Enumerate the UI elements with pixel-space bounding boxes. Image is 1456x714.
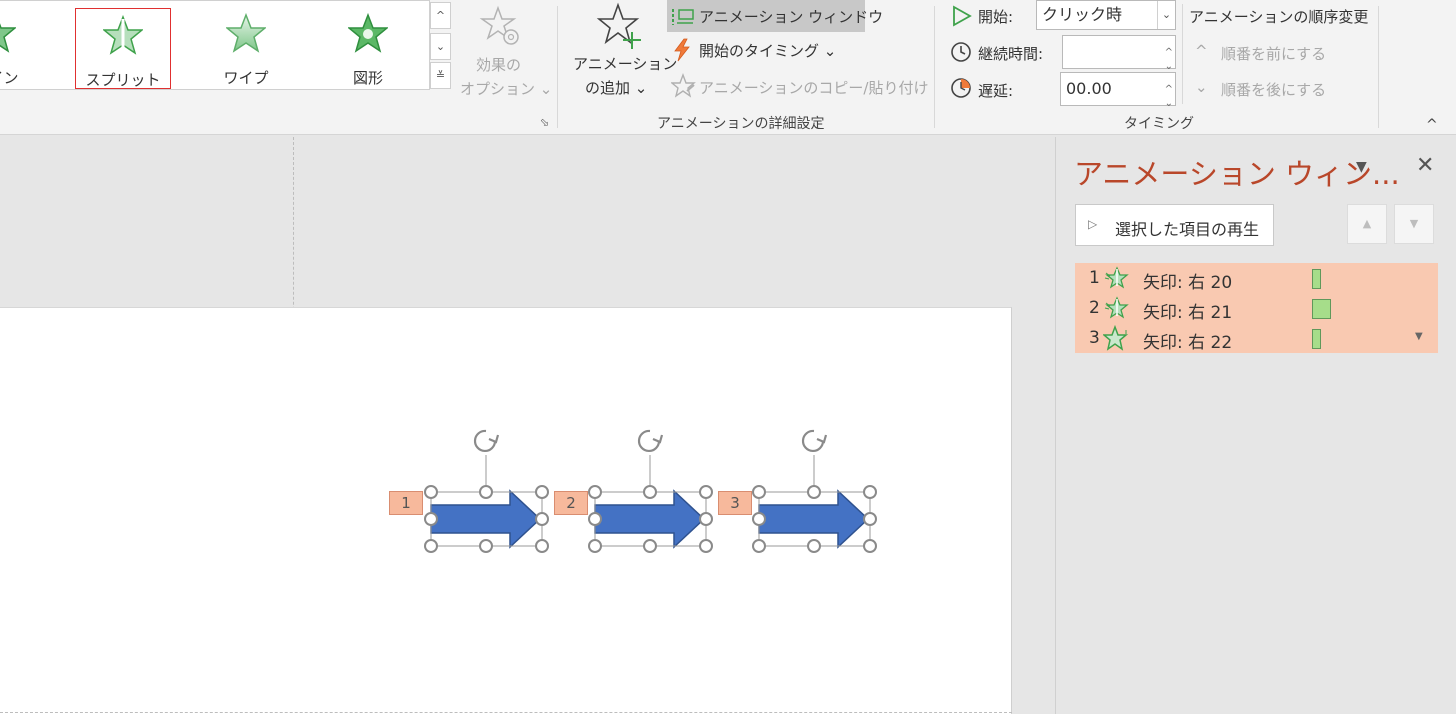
effect-options-gear-star-icon — [479, 5, 519, 45]
add-animation-label-2: の追加 ⌄ — [585, 79, 648, 97]
split-effect-star-icon — [1104, 296, 1129, 319]
timing-group-label: タイミング — [1124, 116, 1194, 132]
animation-pane-button[interactable]: アニメーション ウィンドウ — [667, 0, 883, 32]
animation-gallery: トイン スプリット ワイプ — [0, 0, 430, 90]
arrow-shape-2[interactable] — [588, 429, 713, 553]
selected-arrows — [424, 429, 877, 553]
gallery-item-label: スプリット — [85, 71, 161, 89]
animation-list-item[interactable]: 1 矢印: 右 20 — [1075, 263, 1438, 293]
trigger-button[interactable]: 開始のタイミング ⌄ — [667, 34, 837, 64]
star-effect-icon — [0, 23, 16, 53]
chevron-down-icon[interactable]: ⌄ — [1157, 1, 1175, 29]
timeline-bar — [1312, 299, 1331, 319]
animation-pane-label: アニメーション ウィンドウ — [699, 8, 884, 26]
start-label: 開始: — [978, 8, 1014, 26]
painter-label: アニメーションのコピー/貼り付け — [699, 79, 929, 97]
move-earlier-button[interactable]: ^ 順番を前にする — [1195, 42, 1345, 66]
wipe-effect-star-icon — [1103, 325, 1129, 351]
move-down-button[interactable]: ▼ — [1394, 204, 1434, 244]
add-animation-label-1: アニメーション — [573, 55, 678, 73]
gallery-item-fly-in[interactable]: トイン — [0, 7, 44, 89]
effect-options-label-2: オプション ⌄ — [460, 80, 553, 98]
chevron-up-icon: ^ — [1195, 42, 1208, 60]
gallery-item-wipe[interactable]: ワイプ — [198, 7, 294, 89]
pane-title: アニメーション ウィン... — [1074, 157, 1400, 191]
add-animation-button[interactable]: アニメーション の追加 ⌄ — [568, 2, 677, 102]
arrow-shape-1[interactable] — [424, 429, 549, 553]
start-select-value: クリック時 — [1042, 5, 1123, 24]
animation-order-tag[interactable]: 1 — [389, 491, 423, 515]
rotate-handle-icon[interactable] — [637, 429, 664, 453]
dialog-launcher-icon[interactable]: ⬂ — [540, 116, 549, 129]
pane-menu-dropdown-icon[interactable]: ▼ — [1356, 159, 1367, 175]
move-earlier-label: 順番を前にする — [1221, 45, 1327, 63]
delay-field-value: 00.00 — [1066, 79, 1112, 98]
group-separator — [557, 6, 558, 128]
gallery-more-button[interactable]: ≚ — [430, 62, 451, 89]
lightning-icon — [674, 38, 690, 62]
play-icon: ▷ — [1088, 217, 1098, 231]
item-name: 矢印: 右 21 — [1143, 303, 1233, 323]
animation-pane: アニメーション ウィン... ▼ ✕ ▷ 選択した項目の再生 ▲ ▼ 1 矢印:… — [1055, 137, 1456, 714]
play-start-icon — [953, 5, 972, 27]
gallery-item-label: ワイプ — [223, 69, 269, 87]
effect-options-button[interactable]: 効果の オプション ⌄ — [458, 4, 552, 100]
item-number: 2 — [1089, 298, 1100, 318]
item-number: 3 — [1089, 328, 1100, 348]
rotate-handle-icon[interactable] — [801, 429, 828, 453]
advanced-group-label: アニメーションの詳細設定 — [657, 116, 825, 132]
star-effect-icon — [226, 13, 266, 53]
play-selected-button[interactable]: ▷ 選択した項目の再生 — [1075, 204, 1274, 246]
play-selected-label: 選択した項目の再生 — [1115, 220, 1260, 239]
collapse-ribbon-icon[interactable]: ^ — [1426, 117, 1438, 133]
move-later-label: 順番を後にする — [1221, 81, 1327, 99]
animation-list: 1 矢印: 右 20 2 矢印: 右 21 3 矢印: 右 22 ▼ — [1075, 263, 1438, 353]
arrow-shape-3[interactable] — [752, 429, 877, 553]
ribbon: トイン スプリット ワイプ — [0, 0, 1456, 135]
item-number: 1 — [1089, 268, 1100, 288]
add-star-icon — [596, 2, 641, 49]
timeline-bar — [1312, 329, 1321, 349]
rotate-handle-icon[interactable] — [473, 429, 500, 453]
trigger-label: 開始のタイミング ⌄ — [699, 42, 837, 60]
delay-field[interactable]: 00.00 ^ ⌄ — [1060, 72, 1176, 109]
reorder-title: アニメーションの順序変更 — [1189, 8, 1369, 26]
delay-label: 遅延: — [978, 82, 1014, 100]
animation-painter-button[interactable]: アニメーションのコピー/貼り付け — [667, 70, 929, 100]
timeline-bar — [1312, 269, 1321, 289]
duration-label: 継続時間: — [978, 45, 1044, 63]
gallery-scroll-up[interactable]: ^ — [430, 2, 451, 29]
divider — [1182, 4, 1183, 104]
animation-order-tag[interactable]: 2 — [554, 491, 588, 515]
move-later-button[interactable]: ⌄ 順番を後にする — [1195, 78, 1345, 102]
effect-options-label-1: 効果の — [476, 56, 522, 74]
split-effect-star-icon — [1104, 266, 1129, 289]
group-separator — [1378, 6, 1379, 128]
delay-clock-icon — [951, 78, 971, 98]
star-effect-icon — [103, 15, 143, 55]
item-name: 矢印: 右 22 — [1143, 333, 1233, 353]
item-name: 矢印: 右 20 — [1143, 273, 1233, 293]
star-effect-icon — [348, 13, 388, 53]
gallery-item-split[interactable]: スプリット — [75, 8, 171, 89]
horizontal-guide — [0, 712, 1012, 713]
duration-field[interactable]: ^ ⌄ — [1062, 35, 1176, 72]
gallery-item-label: 図形 — [352, 69, 383, 87]
gallery-item-shape[interactable]: 図形 — [320, 7, 416, 89]
move-up-button[interactable]: ▲ — [1347, 204, 1387, 244]
gallery-scroll-down[interactable]: ⌄ — [430, 33, 451, 60]
animation-order-tag[interactable]: 3 — [718, 491, 752, 515]
chevron-down-icon: ⌄ — [1195, 78, 1208, 96]
painter-star-icon — [671, 73, 696, 98]
animation-list-item[interactable]: 3 矢印: 右 22 ▼ — [1075, 323, 1438, 353]
clock-icon — [951, 42, 971, 62]
animation-pane-icon — [672, 9, 694, 25]
item-dropdown-icon[interactable]: ▼ — [1415, 331, 1423, 342]
gallery-item-label: トイン — [0, 69, 19, 87]
animation-list-item[interactable]: 2 矢印: 右 21 — [1075, 293, 1438, 323]
start-select[interactable]: クリック時 ⌄ — [1036, 0, 1176, 30]
close-icon[interactable]: ✕ — [1416, 153, 1434, 178]
group-separator — [934, 6, 935, 128]
